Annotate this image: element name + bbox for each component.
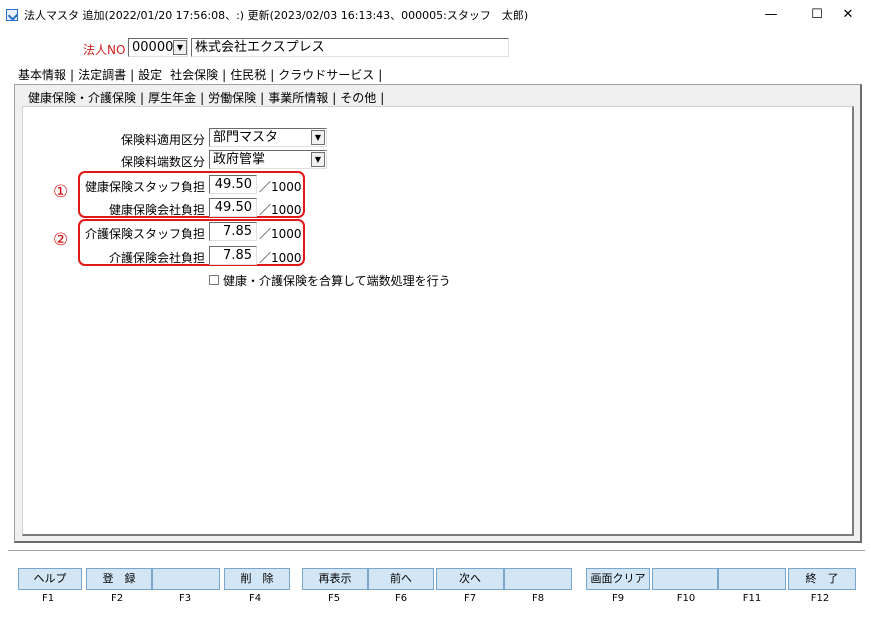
register-button[interactable]: 登 録 — [86, 568, 152, 590]
f10-button[interactable] — [652, 568, 718, 590]
fkey-label-f8: F8 — [531, 593, 545, 604]
health-company-field[interactable]: 49.50 — [209, 198, 257, 217]
health-company-label: 健康保険会社負担 — [108, 203, 205, 217]
care-staff-label: 介護保険スタッフ負担 — [84, 227, 205, 241]
tab-pension[interactable]: 厚生年金 — [144, 89, 200, 106]
tab-cloud-service[interactable]: クラウドサービス — [274, 66, 378, 83]
f8-button[interactable] — [504, 568, 572, 590]
next-button[interactable]: 次へ — [436, 568, 504, 590]
fkey-label-f7: F7 — [463, 593, 477, 604]
rate-type-select[interactable]: 部門マスタ — [209, 128, 327, 147]
corp-no-dropdown-icon[interactable]: ▼ — [173, 40, 187, 55]
exit-button[interactable]: 終 了 — [788, 568, 856, 590]
f11-button[interactable] — [718, 568, 786, 590]
delete-button[interactable]: 削 除 — [224, 568, 290, 590]
tab-social-insurance[interactable]: 社会保険 — [166, 66, 222, 83]
close-button[interactable]: ✕ — [825, 0, 871, 30]
previous-button[interactable]: 前へ — [368, 568, 434, 590]
fkey-label-f4: F4 — [248, 593, 262, 604]
window-title: 法人マスタ 追加(2022/01/20 17:56:08、:) 更新(2023/… — [24, 9, 529, 22]
rounding-dropdown-icon[interactable]: ▼ — [311, 152, 325, 167]
rate-type-label: 保険料適用区分 — [120, 133, 205, 147]
sub-tab-bar: 健康保険・介護保険 | 厚生年金 | 労働保険 | 事業所情報 | その他 | — [24, 89, 384, 106]
help-button[interactable]: ヘルプ — [18, 568, 82, 590]
tab-legal-records[interactable]: 法定調書 — [74, 66, 130, 83]
main-tab-bar: 基本情報 | 法定調書 | 設定 社会保険 | 住民税 | クラウドサービス | — [14, 66, 382, 83]
care-company-field[interactable]: 7.85 — [209, 246, 257, 265]
tab-settings[interactable]: 設定 — [134, 66, 166, 83]
fkey-label-f9: F9 — [611, 593, 625, 604]
health-staff-unit: ／1000 — [259, 180, 302, 194]
fkey-label-f6: F6 — [394, 593, 408, 604]
rate-type-value: 部門マスタ — [213, 130, 279, 145]
redisplay-button[interactable]: 再表示 — [302, 568, 368, 590]
fkey-label-f3: F3 — [178, 593, 192, 604]
fkey-label-f10: F10 — [676, 593, 696, 604]
care-staff-unit: ／1000 — [259, 227, 302, 241]
minimize-button[interactable]: — — [748, 0, 794, 30]
health-staff-label: 健康保険スタッフ負担 — [84, 180, 205, 194]
tab-other[interactable]: その他 — [336, 89, 380, 106]
fkey-label-f12: F12 — [810, 593, 830, 604]
tab-basic-info[interactable]: 基本情報 — [14, 66, 70, 83]
fkey-label-f5: F5 — [327, 593, 341, 604]
footer-divider — [8, 550, 865, 551]
care-staff-field[interactable]: 7.85 — [209, 222, 257, 241]
function-key-bar: ヘルプ 登 録 削 除 再表示 前へ 次へ 画面クリア 終 了 — [14, 568, 856, 592]
tab-health-care-insurance[interactable]: 健康保険・介護保険 — [24, 89, 140, 106]
corp-name-field[interactable]: 株式会社エクスプレス — [191, 38, 509, 57]
health-staff-field[interactable]: 49.50 — [209, 175, 257, 194]
clear-screen-button[interactable]: 画面クリア — [586, 568, 650, 590]
fkey-label-f2: F2 — [110, 593, 124, 604]
rounding-value: 政府管掌 — [213, 152, 266, 167]
fkey-label-f1: F1 — [41, 593, 55, 604]
corp-no-label: 法人NO — [83, 43, 126, 57]
health-company-unit: ／1000 — [259, 203, 302, 217]
rate-type-dropdown-icon[interactable]: ▼ — [311, 130, 325, 145]
care-company-label: 介護保険会社負担 — [108, 251, 205, 265]
combine-rounding-checkbox[interactable] — [209, 275, 219, 285]
fkey-label-f11: F11 — [742, 593, 762, 604]
annotation-marker-1: ① — [53, 182, 69, 202]
tab-resident-tax[interactable]: 住民税 — [226, 66, 270, 83]
care-company-unit: ／1000 — [259, 251, 302, 265]
app-icon — [6, 9, 18, 21]
combine-rounding-label: 健康・介護保険を合算して端数処理を行う — [223, 274, 451, 288]
annotation-marker-2: ② — [53, 230, 69, 250]
rounding-label: 保険料端数区分 — [120, 155, 205, 169]
tab-office-info[interactable]: 事業所情報 — [264, 89, 332, 106]
tab-labor-insurance[interactable]: 労働保険 — [204, 89, 260, 106]
rounding-select[interactable]: 政府管掌 — [209, 150, 327, 169]
f3-button[interactable] — [152, 568, 220, 590]
